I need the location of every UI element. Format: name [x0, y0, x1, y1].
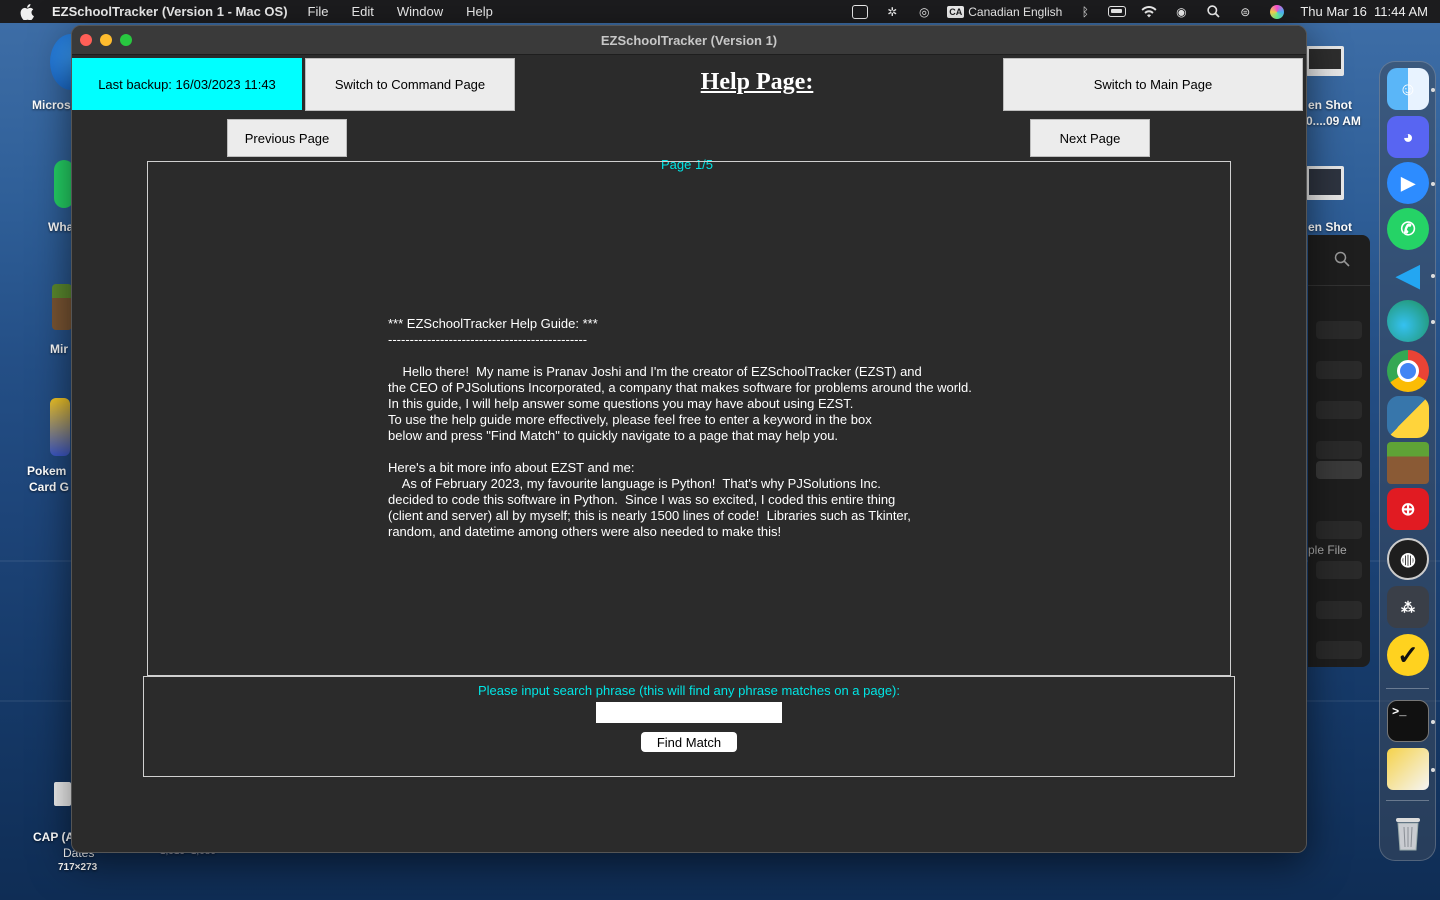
python-icon[interactable]: [1387, 396, 1429, 438]
desktop-label-whats: Wha: [48, 220, 74, 234]
desktop-label-shot2: en Shot: [1308, 220, 1352, 234]
guide-line: To use the help guide more effectively, …: [388, 412, 872, 427]
discord-icon[interactable]: ◕: [1387, 116, 1429, 158]
zoom-icon[interactable]: ▶: [1387, 162, 1429, 204]
bluetooth-icon[interactable]: ᛒ: [1076, 5, 1094, 19]
guide-line: (client and server) all by myself; this …: [388, 508, 911, 523]
dock: ☺ ◕ ▶ ✆ ◀ ⊕ ◍ ⁂ ✓ >_: [1379, 61, 1436, 861]
search-phrase-input[interactable]: [596, 702, 782, 723]
desktop-pokemon-icon[interactable]: [50, 398, 70, 456]
window-titlebar[interactable]: EZSchoolTracker (Version 1): [72, 26, 1306, 55]
guide-line: Hello there! My name is Pranav Joshi and…: [388, 364, 922, 379]
desktop-label-cap: CAP (A: [33, 830, 75, 844]
desktop-label-shot1a: en Shot: [1308, 98, 1352, 112]
python-launcher-icon[interactable]: [1387, 748, 1429, 790]
search-panel: Please input search phrase (this will fi…: [143, 676, 1235, 777]
menu-edit[interactable]: Edit: [351, 4, 373, 19]
todo-check-icon[interactable]: ✓: [1387, 634, 1429, 676]
minecraft-icon[interactable]: [1387, 442, 1429, 484]
app-name-menu[interactable]: EZSchoolTracker (Version 1 - Mac OS): [52, 4, 288, 19]
desktop-label-shot1b: 0....09 AM: [1306, 114, 1361, 128]
whatsapp-icon[interactable]: ✆: [1387, 208, 1429, 250]
chrome-icon[interactable]: [1387, 350, 1429, 392]
guide-line: decided to code this software in Python.…: [388, 492, 896, 507]
guide-line: In this guide, I will help answer some q…: [388, 396, 854, 411]
guide-line-blank: [388, 444, 1048, 460]
screenshot-thumbnail-1[interactable]: [1306, 46, 1344, 76]
user-icon[interactable]: ◉: [1172, 5, 1190, 19]
guide-title: *** EZSchoolTracker Help Guide: ***: [388, 316, 598, 331]
obs-icon[interactable]: ◍: [1387, 538, 1429, 580]
menu-help[interactable]: Help: [466, 4, 493, 19]
spotlight-icon[interactable]: [1204, 5, 1222, 19]
vscode-icon[interactable]: ◀: [1387, 254, 1429, 296]
guide-line: random, and datetime among others were a…: [388, 524, 782, 539]
mcgraw-education-icon[interactable]: ⊕: [1387, 488, 1429, 530]
help-page-content: Last backup: 16/03/2023 11:43 Switch to …: [72, 55, 1306, 852]
switch-to-command-page-button[interactable]: Switch to Command Page: [305, 58, 515, 111]
search-icon[interactable]: [1334, 251, 1350, 272]
menu-window[interactable]: Window: [397, 4, 443, 19]
desktop-document-icon[interactable]: [54, 782, 71, 806]
last-backup-label: Last backup: 16/03/2023 11:43: [72, 58, 302, 110]
control-center-icon[interactable]: ⊜: [1236, 5, 1254, 19]
desktop-label-pokemon-2: Card G: [29, 480, 70, 494]
help-guide-panel: *** EZSchoolTracker Help Guide: *** ----…: [147, 161, 1231, 676]
page-title: Help Page:: [700, 69, 814, 95]
guide-divider: ----------------------------------------…: [388, 332, 588, 347]
background-window: ple File: [1308, 235, 1370, 667]
menubar-clock[interactable]: Thu Mar 16 11:44 AM: [1300, 4, 1428, 19]
terminal-icon[interactable]: >_: [1387, 700, 1429, 742]
finder-icon[interactable]: ☺: [1387, 68, 1429, 110]
input-source-badge: CA: [947, 5, 965, 18]
screenshot-thumbnail-2[interactable]: [1306, 166, 1344, 200]
guide-line: As of February 2023, my favourite langua…: [388, 476, 881, 491]
find-match-button[interactable]: Find Match: [641, 732, 737, 752]
desktop-label-micro: Micros: [32, 98, 71, 112]
menu-bar: EZSchoolTracker (Version 1 - Mac OS) Fil…: [0, 0, 1440, 23]
trash-icon[interactable]: [1387, 812, 1429, 854]
desktop-minecraft-icon[interactable]: [52, 284, 72, 330]
desktop-label-pokemon-1: Pokem: [27, 464, 67, 478]
desktop-label-size: 717×273: [58, 862, 98, 873]
menu-file[interactable]: File: [308, 4, 329, 19]
search-prompt-label: Please input search phrase (this will fi…: [477, 683, 900, 698]
switch-to-main-page-button[interactable]: Switch to Main Page: [1003, 58, 1303, 111]
guide-line: below and press "Find Match" to quickly …: [388, 428, 839, 443]
pinwheel-icon[interactable]: ✲: [883, 5, 901, 19]
app-window: EZSchoolTracker (Version 1) Last backup:…: [71, 25, 1307, 853]
input-source-label: Canadian English: [968, 4, 1063, 19]
drive-icon[interactable]: [851, 4, 869, 19]
next-page-button[interactable]: Next Page: [1030, 119, 1150, 157]
desktop-label-file: ple File: [1308, 543, 1347, 557]
davinci-resolve-icon[interactable]: ⁂: [1387, 586, 1429, 628]
edge-icon[interactable]: [1387, 300, 1429, 342]
guide-line: Here's a bit more info about EZST and me…: [388, 460, 635, 475]
apple-menu-icon[interactable]: [18, 3, 36, 21]
previous-page-button[interactable]: Previous Page: [227, 119, 347, 157]
guide-line: the CEO of PJSolutions Incorporated, a c…: [388, 380, 972, 395]
wifi-icon[interactable]: [1140, 5, 1158, 19]
grammarly-icon[interactable]: ◎: [915, 5, 933, 19]
input-source-menu[interactable]: CA Canadian English: [947, 5, 1062, 19]
battery-icon[interactable]: [1108, 5, 1127, 19]
window-title: EZSchoolTracker (Version 1): [600, 32, 778, 48]
help-guide-text: *** EZSchoolTracker Help Guide: *** ----…: [388, 316, 1048, 540]
desktop-label-mine: Mir: [50, 342, 68, 356]
siri-icon[interactable]: [1268, 4, 1286, 19]
